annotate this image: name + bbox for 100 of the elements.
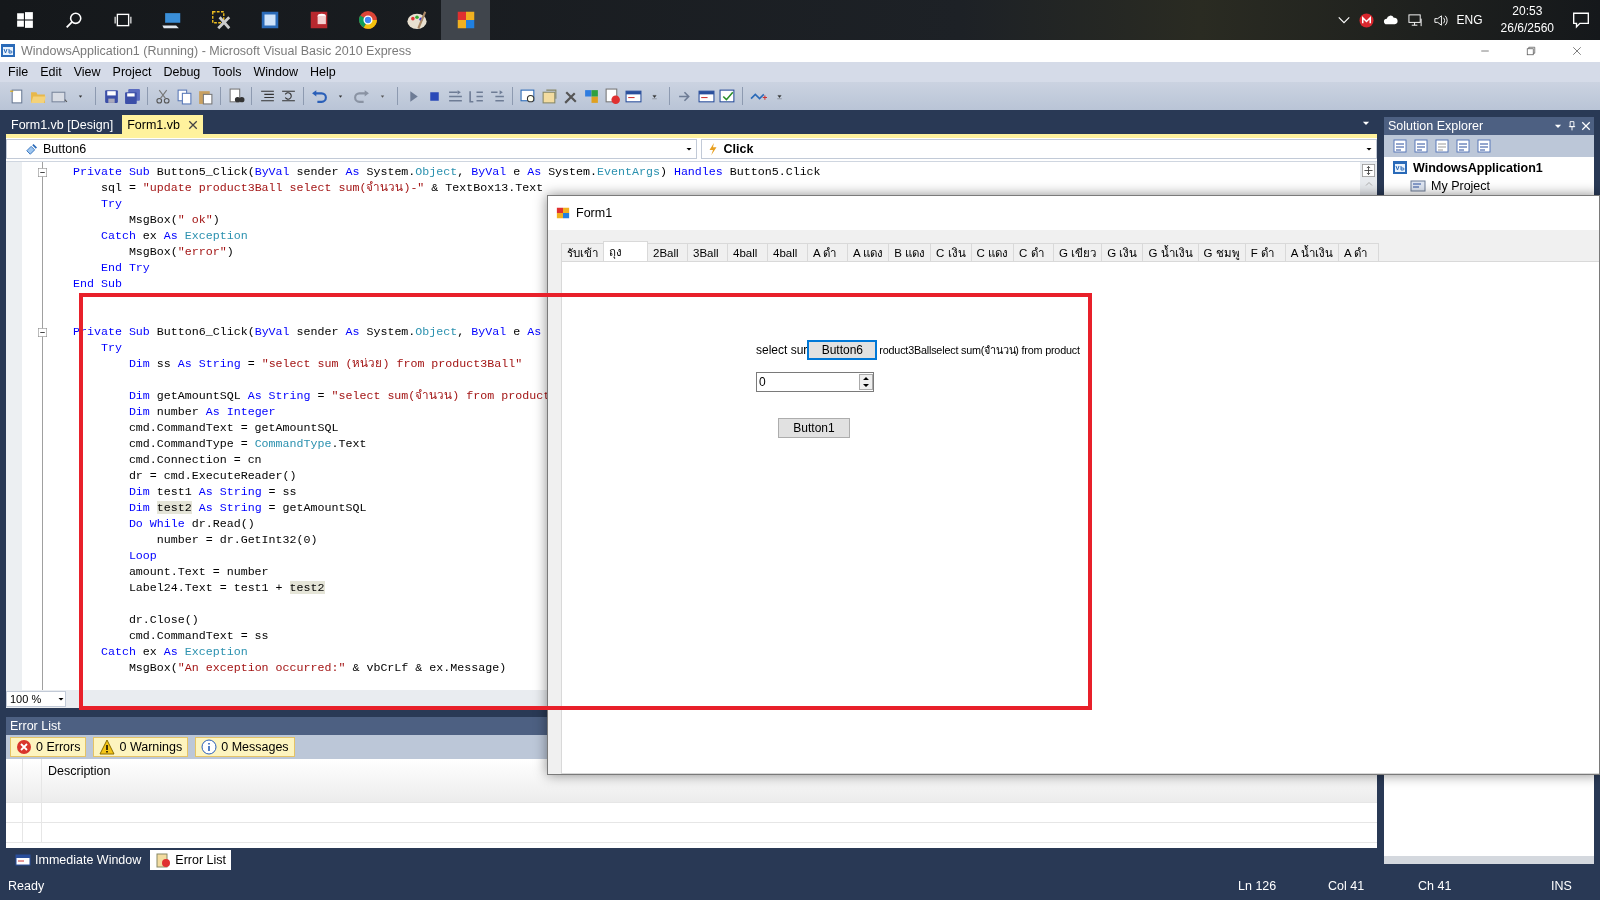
code-line: End Try <box>99 260 150 276</box>
window-check-icon[interactable] <box>718 87 736 105</box>
clock-time[interactable]: 20:53 <box>1512 3 1543 20</box>
column-header[interactable]: Description <box>42 759 117 802</box>
tools-icon <box>209 9 232 31</box>
code-line: Dim number As Integer <box>127 404 276 420</box>
panel-tab[interactable]: Immediate Window <box>10 850 147 870</box>
code-line: cmd.Connection = cn <box>127 452 262 468</box>
code-line: dr.Close() <box>127 612 199 628</box>
code-line: End Sub <box>73 276 122 292</box>
code-line: Loop <box>127 548 157 564</box>
code-line: Dim test2 As String = getAmountSQL <box>127 500 367 516</box>
code-line: sql = "update product3Ball select sum(จำนวน)-" & TextBox13.Text <box>99 180 544 196</box>
code-line: Catch ex As Exception <box>99 644 248 660</box>
clock-date[interactable]: 26/6/2560 <box>1500 20 1554 37</box>
network-icon[interactable] <box>1406 12 1424 28</box>
filter-button[interactable]: 0 Errors <box>10 737 87 757</box>
zoom-dropdown[interactable]: 100 % <box>6 691 66 707</box>
code-line: cmd.CommandType = CommandType.Text <box>127 436 367 452</box>
close-icon[interactable] <box>1571 45 1583 57</box>
error-document-icon[interactable] <box>603 87 621 105</box>
label-text: select sur <box>756 343 808 357</box>
menu-item[interactable]: Project <box>106 65 158 79</box>
tree-item[interactable]: My Project <box>1431 179 1491 193</box>
task-view-icon <box>113 11 132 29</box>
scissors-icon[interactable] <box>154 87 172 105</box>
form-button[interactable]: Button1 <box>778 418 850 438</box>
character-indicator: Ch 41 <box>1418 879 1453 893</box>
window-list-icon <box>15 852 31 868</box>
dropdown-value: Button6 <box>43 142 87 156</box>
line-indicator: Ln 126 <box>1238 879 1278 893</box>
number-field[interactable]: 0 <box>756 372 874 392</box>
info-icon <box>201 739 218 755</box>
notification-icon[interactable] <box>1572 11 1590 29</box>
paint-palette-icon <box>405 9 428 31</box>
tab[interactable]: A ดำ <box>1337 243 1379 261</box>
document-tab[interactable]: Form1.vb [Design] <box>6 115 119 134</box>
code-line: Dim ss As String = "select sum (หน่วย) from product3Ball" <box>127 356 523 372</box>
object-icon[interactable] <box>582 87 600 105</box>
panel-tab[interactable]: Error List <box>150 850 231 870</box>
close-icon[interactable] <box>187 119 198 130</box>
properties-icon <box>1410 178 1426 194</box>
menu-item[interactable]: File <box>2 65 35 79</box>
caret-icon <box>684 145 693 153</box>
documents-icon[interactable] <box>1413 138 1429 154</box>
form-icon <box>556 206 570 220</box>
language-indicator[interactable]: ENG <box>1456 13 1483 27</box>
tree-item[interactable]: WindowsApplication1 <box>1413 161 1543 175</box>
form-button[interactable]: Button6 <box>807 340 878 360</box>
binoculars-document-icon[interactable] <box>227 87 245 105</box>
panel-title: Solution Explorer <box>1388 119 1484 133</box>
splitter-icon[interactable] <box>1362 164 1375 177</box>
panel-title: Error List <box>10 719 61 733</box>
collapse-icon[interactable] <box>38 167 47 177</box>
pin-icon[interactable] <box>1567 121 1577 131</box>
clipboard-error-icon <box>155 852 172 868</box>
code-line: Dim test1 As String = ss <box>127 484 297 500</box>
menu-item[interactable]: Debug <box>157 65 207 79</box>
tab[interactable]: ถุง <box>603 241 648 261</box>
code-line: amount.Text = number <box>127 564 269 580</box>
windows-logo-icon <box>15 11 34 29</box>
code-line: Label24.Text = test1 + test2 <box>127 580 325 596</box>
code-line: cmd.CommandText = getAmountSQL <box>127 420 339 436</box>
collapse-icon[interactable] <box>38 327 47 337</box>
spin-arrows-icon[interactable] <box>859 374 873 390</box>
menu-item[interactable]: Help <box>304 65 342 79</box>
menu-item[interactable]: Window <box>247 65 304 79</box>
window-magnifier-icon[interactable] <box>519 87 537 105</box>
code-line: Catch ex As Exception <box>99 228 248 244</box>
disks-icon[interactable] <box>123 87 141 105</box>
warning-icon <box>99 739 116 755</box>
restore-icon[interactable] <box>1525 45 1537 57</box>
project-icon <box>1392 160 1408 176</box>
filter-button[interactable]: 0 Warnings <box>93 737 189 757</box>
menu-item[interactable]: Edit <box>34 65 68 79</box>
m-badge-icon[interactable] <box>1358 12 1374 28</box>
tab[interactable]: G ชมพู <box>1197 243 1246 261</box>
code-line: Try <box>99 340 122 356</box>
code-line: dr = cmd.ExecuteReader() <box>127 468 297 484</box>
code-line: cmd.CommandText = ss <box>127 628 269 644</box>
insert-mode-indicator: INS <box>1551 879 1573 893</box>
code-line: number = dr.GetInt32(0) <box>155 532 318 548</box>
document-tab[interactable]: Form1.vb <box>122 115 203 134</box>
code-line: Dim getAmountSQL As String = "select sum(จำนวน) from product <box>127 388 551 404</box>
document-list-icon[interactable] <box>1392 138 1408 154</box>
copy-icon[interactable] <box>175 87 193 105</box>
window-title: Form1 <box>576 206 613 220</box>
code-line: Try <box>99 196 122 212</box>
speaker-icon[interactable] <box>1431 12 1449 28</box>
error-icon <box>16 739 32 755</box>
code-line: MsgBox(" ok") <box>127 212 220 228</box>
window-title: WindowsApplication1 (Running) - Microsoft Visual Basic 2010 Express <box>21 44 412 58</box>
menu-item[interactable]: Tools <box>206 65 248 79</box>
event-dropdown[interactable]: Click <box>700 139 1377 159</box>
tab[interactable]: รับเข้า <box>561 243 604 261</box>
menu-item[interactable]: View <box>67 65 107 79</box>
filter-button[interactable]: 0 Messages <box>195 737 295 757</box>
label-text: roduct3Ballselect sum(จำนวน) from product <box>879 342 1080 358</box>
code-line: Do While dr.Read() <box>127 516 255 532</box>
object-dropdown[interactable]: Button6 <box>6 139 697 159</box>
